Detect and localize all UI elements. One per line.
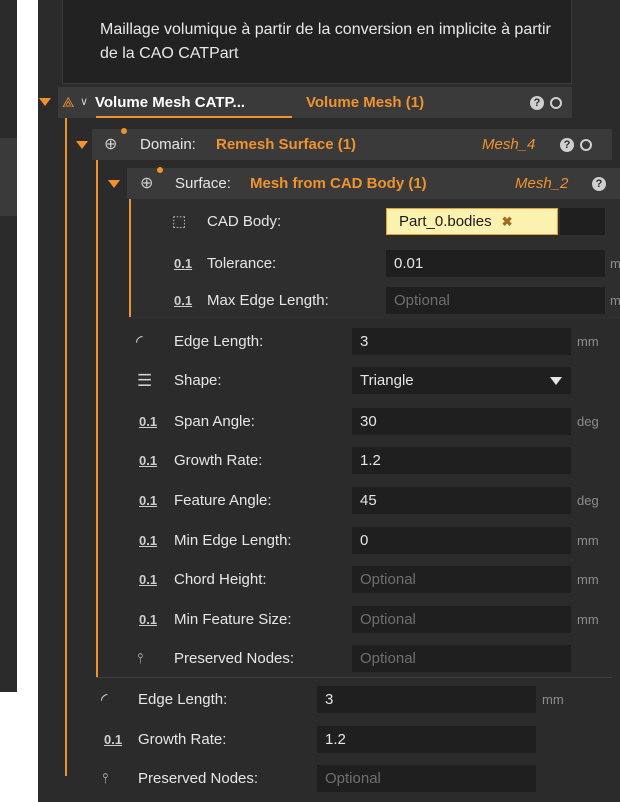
help-icon[interactable]: ? [530, 96, 544, 110]
cad-body-chip[interactable]: Part_0.bodies ✖ [386, 208, 558, 235]
preserved-nodes-label: Preserved Nodes: [174, 650, 295, 667]
number-icon: 0.1 [174, 256, 193, 271]
volume-mesh-type: Volume Mesh (1) [306, 94, 425, 111]
chord-height-label: Chord Height: [174, 571, 267, 588]
edge-length-icon: ◜ [101, 690, 108, 709]
feature-angle-unit: deg [577, 493, 599, 508]
number-icon: 0.1 [174, 293, 193, 308]
help-icon[interactable]: ? [560, 138, 574, 152]
tolerance-unit: m [610, 256, 620, 271]
number-icon: 0.1 [139, 414, 158, 429]
background-window-section [0, 138, 17, 216]
surface-value[interactable]: Mesh from CAD Body (1) [250, 168, 460, 199]
min-edge-length-input[interactable]: 0 [352, 527, 571, 554]
span-angle-unit: deg [577, 414, 599, 429]
chord-height-input[interactable]: Optional [352, 566, 571, 593]
domain-bottom-border [96, 677, 612, 678]
volume-growth-rate-label: Growth Rate: [138, 731, 227, 748]
domain-accent-line [96, 160, 98, 678]
preserved-nodes-icon: ⫯ [102, 770, 109, 786]
edge-length-input[interactable]: 3 [352, 328, 571, 355]
max-edge-length-input[interactable]: Optional [386, 287, 605, 314]
span-angle-input[interactable]: 30 [352, 408, 571, 435]
feature-angle-input[interactable]: 45 [352, 487, 571, 514]
volume-edge-length-unit: mm [542, 692, 564, 707]
volume-mesh-label-underline [96, 116, 292, 118]
status-ring-icon [550, 97, 562, 109]
volume-mesh-accent-line [65, 118, 67, 776]
surface-accent-line [129, 199, 131, 317]
volume-edge-length-label: Edge Length: [138, 691, 228, 708]
volume-preserved-nodes-label: Preserved Nodes: [138, 770, 259, 787]
shape-value: Triangle [360, 372, 414, 389]
max-edge-length-label: Max Edge Length: [207, 292, 329, 309]
shape-label: Shape: [174, 372, 222, 389]
domain-value[interactable]: Remesh Surface (1) [216, 129, 386, 160]
min-feature-size-unit: mm [577, 612, 599, 627]
modified-dot-icon [157, 167, 163, 173]
chord-height-unit: mm [577, 572, 599, 587]
collapse-domain-icon[interactable] [76, 141, 88, 149]
span-angle-label: Span Angle: [174, 413, 255, 430]
edge-length-unit: mm [577, 334, 599, 349]
volume-preserved-nodes-input[interactable]: Optional [317, 765, 536, 792]
cad-body-value: Part_0.bodies [399, 213, 492, 230]
collapse-volume-mesh-icon[interactable] [39, 98, 51, 106]
preserved-nodes-icon: ⫯ [137, 650, 144, 666]
number-icon: 0.1 [104, 732, 123, 747]
remove-icon[interactable]: ✖ [502, 214, 513, 229]
number-icon: 0.1 [139, 493, 158, 508]
domain-label: Domain: [140, 136, 196, 153]
number-icon: 0.1 [139, 533, 158, 548]
modified-dot-icon [121, 128, 127, 134]
tolerance-input[interactable]: 0.01 [386, 250, 605, 277]
number-icon: 0.1 [139, 453, 158, 468]
number-icon: 0.1 [139, 572, 158, 587]
collapse-surface-icon[interactable] [108, 180, 120, 188]
properties-panel [38, 0, 620, 802]
volume-growth-rate-input[interactable]: 1.2 [317, 726, 536, 753]
surface-label: Surface: [175, 175, 231, 192]
cad-body-icon: ⬚ [172, 213, 187, 230]
tolerance-label: Tolerance: [207, 255, 277, 272]
list-icon: ☰ [137, 371, 153, 390]
cad-body-field-rest[interactable] [560, 208, 605, 235]
min-feature-size-input[interactable]: Optional [352, 606, 571, 633]
volume-mesh-label: Volume Mesh CATP... [95, 94, 246, 111]
help-icon[interactable]: ? [592, 177, 606, 191]
growth-rate-input[interactable]: 1.2 [352, 447, 571, 474]
shape-select[interactable]: Triangle [352, 367, 571, 394]
cad-body-label: CAD Body: [207, 213, 282, 230]
note-text: Maillage volumique à partir de la conver… [100, 21, 551, 62]
min-edge-length-unit: mm [577, 533, 599, 548]
preserved-nodes-input[interactable]: Optional [352, 645, 571, 672]
background-window [0, 0, 17, 692]
max-edge-length-unit: m [610, 293, 620, 308]
edge-length-label: Edge Length: [174, 333, 264, 350]
dropdown-arrow-icon[interactable] [550, 377, 562, 385]
mesh-globe-icon: ⊕ [104, 136, 118, 153]
number-icon: 0.1 [139, 612, 158, 627]
surface-ref: Mesh_2 [515, 175, 569, 192]
min-feature-size-label: Min Feature Size: [174, 611, 292, 628]
volume-mesh-icon: ⟁ [62, 94, 75, 110]
feature-angle-label: Feature Angle: [174, 492, 272, 509]
volume-edge-length-input[interactable]: 3 [317, 686, 536, 713]
edge-length-icon: ◜ [136, 332, 143, 351]
mesh-globe-icon: ⊕ [140, 175, 154, 192]
chevron-down-icon[interactable]: ∨ [80, 87, 92, 118]
status-ring-icon [580, 139, 592, 151]
growth-rate-label: Growth Rate: [174, 452, 263, 469]
min-edge-length-label: Min Edge Length: [174, 532, 292, 549]
domain-ref: Mesh_4 [482, 136, 536, 153]
